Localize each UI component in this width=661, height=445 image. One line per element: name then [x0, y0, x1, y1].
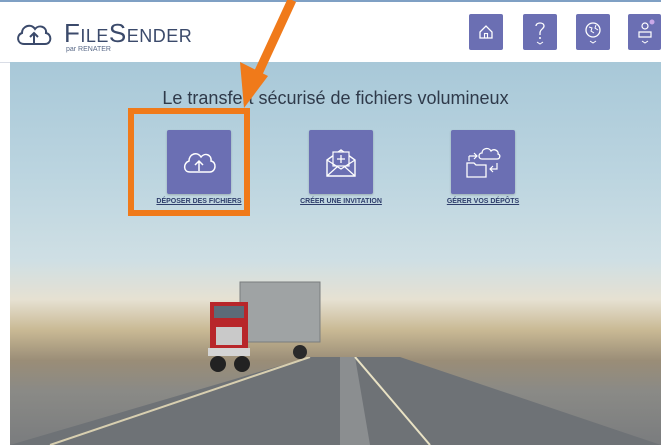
- home-icon: [479, 25, 493, 39]
- user-button[interactable]: [628, 14, 661, 50]
- help-button[interactable]: [523, 14, 557, 50]
- header-bar: FileSender par RENATER: [0, 0, 661, 63]
- language-button[interactable]: [576, 14, 610, 50]
- logo-subtitle: par RENATER: [66, 46, 111, 53]
- main-content: Le transfert sécurisé de fichiers volumi…: [10, 62, 661, 445]
- cloud-upload-logo-icon: [17, 24, 52, 45]
- folder-cloud-icon: [466, 147, 501, 178]
- manage-transfers-link[interactable]: GÉRER VOS DÉPÔTS: [408, 198, 558, 205]
- user-icon: [637, 19, 654, 44]
- home-button[interactable]: [469, 14, 503, 50]
- highlight-box: [128, 108, 250, 216]
- create-invitation-tile[interactable]: [309, 130, 373, 194]
- header-topline: [0, 0, 661, 2]
- globe-icon: [585, 22, 601, 44]
- envelope-plus-icon: [326, 149, 356, 177]
- question-icon: [535, 22, 545, 45]
- create-invitation-link[interactable]: CRÉER UNE INVITATION: [266, 198, 416, 205]
- manage-transfers-tile[interactable]: [451, 130, 515, 194]
- tagline: Le transfert sécurisé de fichiers volumi…: [162, 88, 509, 108]
- truck-image: [208, 281, 321, 372]
- logo-text: FileSender: [64, 18, 193, 48]
